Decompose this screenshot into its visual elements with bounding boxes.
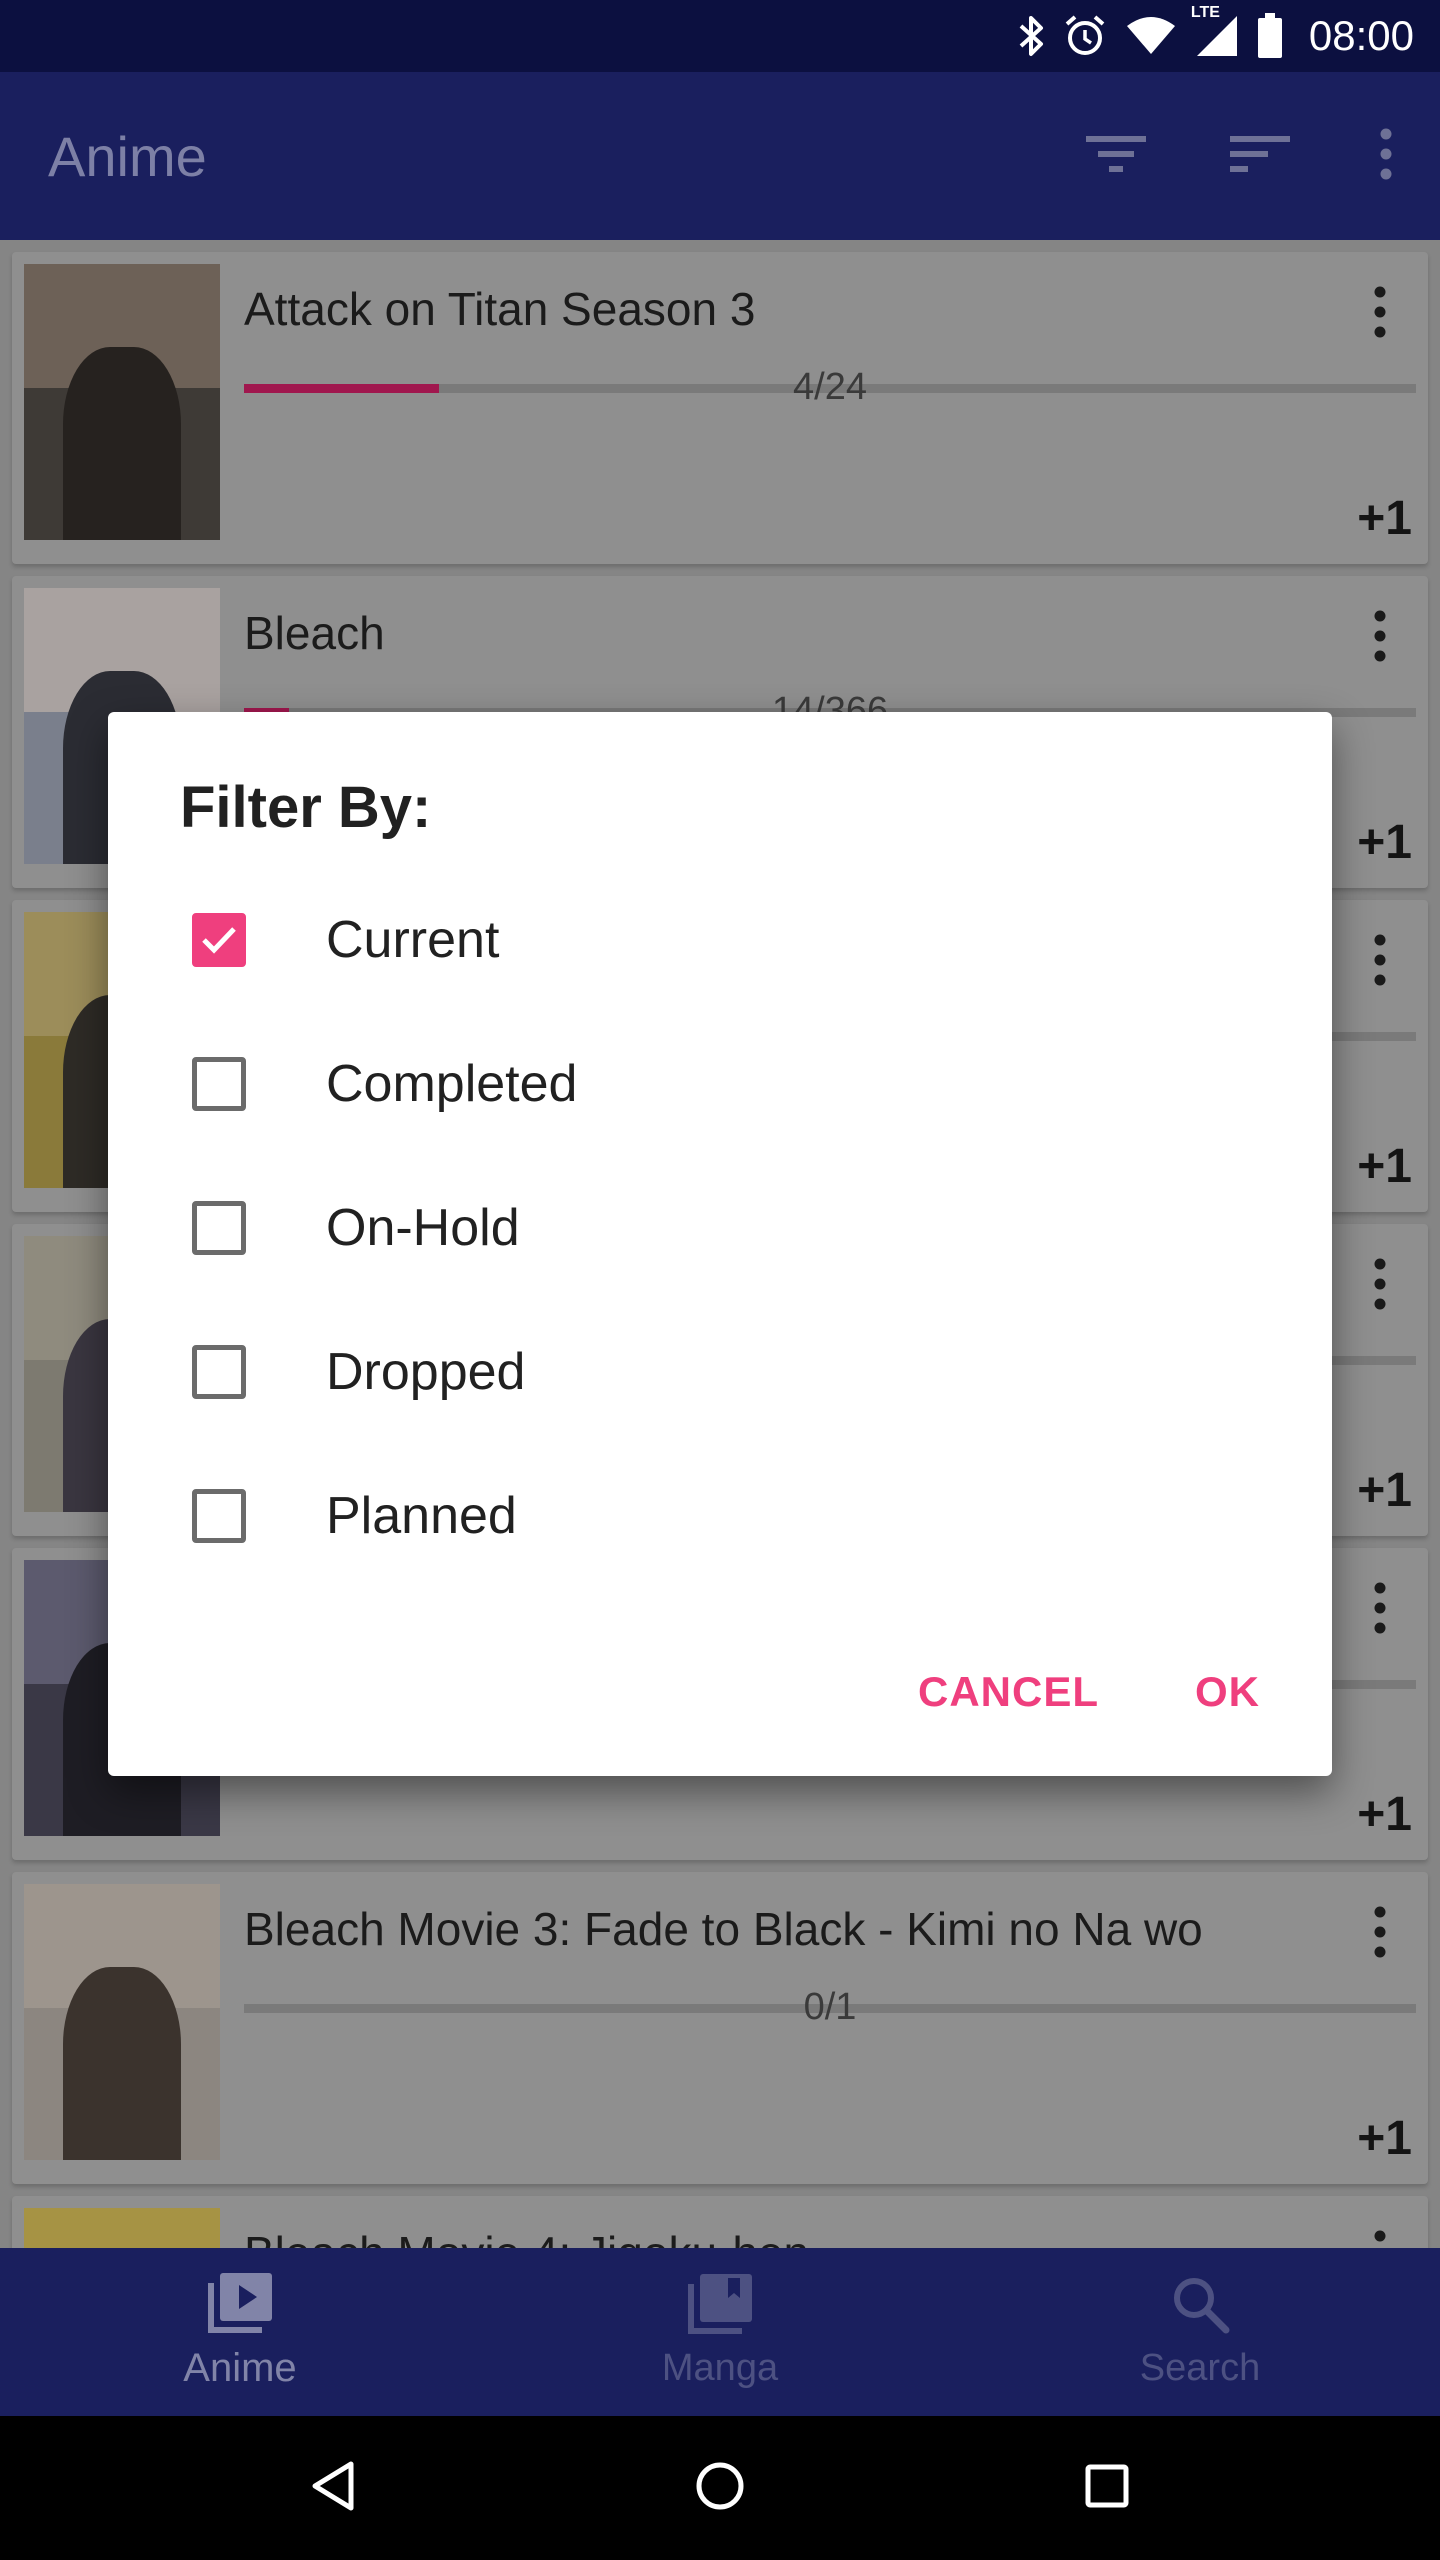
- option-label: Planned: [326, 1487, 517, 1545]
- list-item[interactable]: Bleach Movie 4: Jigoku-hen: [12, 2196, 1428, 2248]
- filter-button[interactable]: [1044, 84, 1188, 228]
- bluetooth-icon: [1017, 14, 1045, 58]
- item-title: Bleach Movie 4: Jigoku-hen: [244, 2226, 809, 2248]
- system-navigation-bar: [0, 2416, 1440, 2560]
- progress-text: 4/24: [793, 366, 867, 408]
- wifi-icon: [1125, 16, 1177, 56]
- item-title: Attack on Titan Season 3: [244, 283, 756, 335]
- back-button[interactable]: [273, 2428, 393, 2548]
- lte-label: LTE: [1190, 4, 1220, 21]
- item-menu-button[interactable]: [1350, 1574, 1410, 1646]
- lte-signal-icon: LTE: [1191, 4, 1239, 58]
- nav-label: Search: [1139, 2347, 1261, 2389]
- more-vert-icon: [1373, 2230, 1387, 2249]
- checkbox[interactable]: [192, 1345, 246, 1399]
- increment-button[interactable]: +1: [1357, 815, 1412, 870]
- list-item[interactable]: Bleach Movie 3: Fade to Black - Kimi no …: [12, 1872, 1428, 2184]
- alarm-icon: [1063, 14, 1107, 58]
- sort-icon: [1230, 132, 1290, 181]
- increment-button[interactable]: +1: [1357, 1463, 1412, 1518]
- item-menu-button[interactable]: [1350, 1250, 1410, 1322]
- filter-option-dropped[interactable]: Dropped: [180, 1300, 1260, 1444]
- checkbox[interactable]: [192, 913, 246, 967]
- increment-button[interactable]: +1: [1357, 2111, 1412, 2166]
- clock-time: 08:00: [1308, 12, 1414, 59]
- cover-image: [24, 264, 220, 540]
- filter-option-current[interactable]: Current: [180, 868, 1260, 1012]
- filter-option-planned[interactable]: Planned: [180, 1444, 1260, 1588]
- more-vert-icon: [1373, 1906, 1387, 1963]
- nav-label: Manga: [661, 2347, 779, 2389]
- cancel-button[interactable]: CANCEL: [918, 1668, 1099, 1716]
- checkbox[interactable]: [192, 1489, 246, 1543]
- checkbox[interactable]: [192, 1201, 246, 1255]
- progress-text: 0/1: [803, 1986, 857, 2028]
- app-toolbar: Anime: [0, 72, 1440, 240]
- overflow-menu-button[interactable]: [1332, 84, 1440, 228]
- item-menu-button[interactable]: [1350, 602, 1410, 674]
- filter-option-on-hold[interactable]: On-Hold: [180, 1156, 1260, 1300]
- item-title: Bleach: [244, 607, 385, 659]
- option-label: Dropped: [326, 1343, 526, 1401]
- item-title: Bleach Movie 3: Fade to Black - Kimi no …: [244, 1903, 1203, 1955]
- increment-button[interactable]: +1: [1357, 491, 1412, 546]
- item-menu-button[interactable]: [1350, 278, 1410, 350]
- more-vert-icon: [1373, 1582, 1387, 1639]
- nav-label: Anime: [183, 2346, 297, 2390]
- more-vert-icon: [1373, 286, 1387, 343]
- nav-tab-search[interactable]: Search: [960, 2248, 1440, 2416]
- book-library-icon: [688, 2274, 752, 2339]
- battery-icon: [1257, 13, 1283, 59]
- option-label: Current: [326, 911, 500, 969]
- ok-button[interactable]: OK: [1195, 1668, 1260, 1716]
- status-bar: LTE 08:00: [0, 0, 1440, 72]
- increment-button[interactable]: +1: [1357, 1139, 1412, 1194]
- sort-button[interactable]: [1188, 84, 1332, 228]
- item-menu-button[interactable]: [1350, 926, 1410, 998]
- bottom-navigation: Anime Manga Search: [0, 2248, 1440, 2416]
- recents-button[interactable]: [1047, 2428, 1167, 2548]
- item-menu-button[interactable]: [1350, 2222, 1410, 2248]
- checkbox[interactable]: [192, 1057, 246, 1111]
- back-triangle-icon: [309, 2460, 357, 2517]
- increment-button[interactable]: +1: [1357, 1787, 1412, 1842]
- filter-dialog: Filter By: Current Completed On-Hold Dro…: [108, 712, 1332, 1776]
- option-label: Completed: [326, 1055, 578, 1113]
- item-menu-button[interactable]: [1350, 1898, 1410, 1970]
- cover-image: [24, 1884, 220, 2160]
- list-item[interactable]: Attack on Titan Season 3 4/24 +1: [12, 252, 1428, 564]
- home-button[interactable]: [660, 2428, 780, 2548]
- filter-icon: [1086, 132, 1146, 181]
- check-icon: [202, 927, 236, 954]
- home-circle-icon: [694, 2460, 746, 2517]
- search-icon: [1170, 2274, 1230, 2339]
- option-label: On-Hold: [326, 1199, 520, 1257]
- more-vert-icon: [1373, 1258, 1387, 1315]
- nav-tab-anime[interactable]: Anime: [0, 2248, 480, 2416]
- dialog-title: Filter By:: [180, 775, 432, 840]
- more-vert-icon: [1373, 934, 1387, 991]
- more-vert-icon: [1379, 128, 1393, 185]
- cover-image: [24, 2208, 220, 2248]
- dialog-actions: CANCEL OK: [918, 1668, 1260, 1716]
- more-vert-icon: [1373, 610, 1387, 667]
- video-library-icon: [208, 2273, 272, 2338]
- filter-option-completed[interactable]: Completed: [180, 1012, 1260, 1156]
- recents-square-icon: [1085, 2464, 1129, 2513]
- nav-tab-manga[interactable]: Manga: [480, 2248, 960, 2416]
- page-title: Anime: [48, 124, 207, 188]
